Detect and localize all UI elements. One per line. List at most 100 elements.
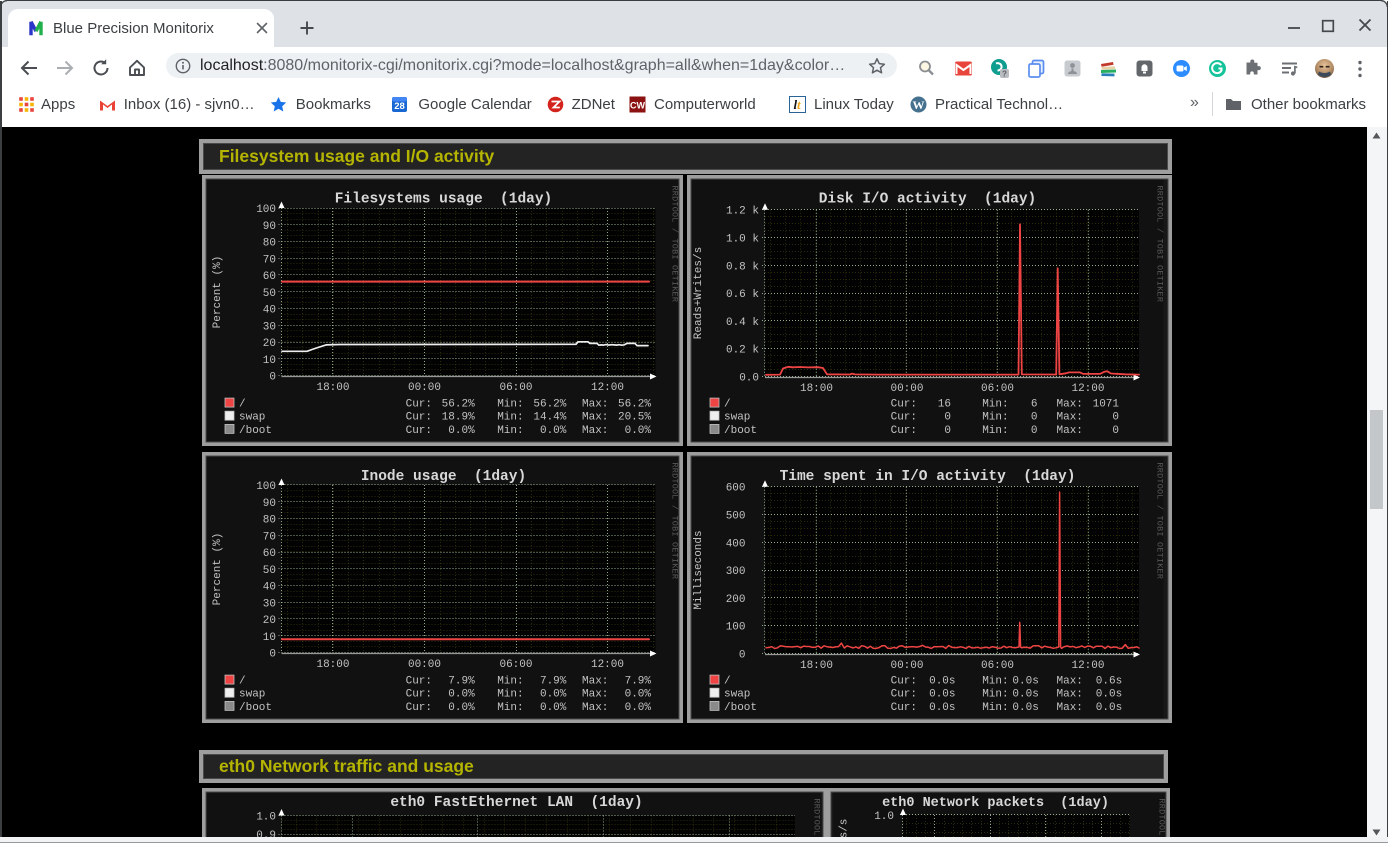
svg-text:Cur:: Cur:	[891, 399, 917, 411]
svg-text:0.0%: 0.0%	[625, 689, 652, 701]
svg-text:eth0 Network packets (1day): eth0 Network packets (1day)	[882, 796, 1109, 811]
svg-text:eth0 Network traffic and usage: eth0 Network traffic and usage	[219, 756, 474, 776]
svg-text:1.0 k: 1.0 k	[726, 234, 759, 246]
svg-text:70: 70	[263, 254, 276, 266]
svg-text:Max:: Max:	[1057, 676, 1083, 688]
svg-text:RRDTOOL / TOBI OETIKER: RRDTOOL / TOBI OETIKER	[1155, 463, 1165, 580]
svg-text:Inode usage (1day): Inode usage (1day)	[361, 469, 526, 485]
svg-text:Cur:: Cur:	[406, 676, 432, 688]
svg-text:16: 16	[938, 399, 951, 411]
svg-text:1071: 1071	[1093, 399, 1120, 411]
svg-text:t: t	[797, 97, 801, 112]
svg-text:40: 40	[263, 582, 276, 594]
svg-text:12:00: 12:00	[1071, 383, 1104, 395]
svg-text:12:00: 12:00	[1071, 660, 1104, 672]
svg-text:Min:: Min:	[497, 425, 523, 437]
svg-text:0: 0	[944, 425, 951, 437]
svg-text:0.0%: 0.0%	[448, 702, 475, 714]
svg-text:80: 80	[263, 238, 276, 250]
svg-text:7.9%: 7.9%	[448, 676, 475, 688]
svg-text:Max:: Max:	[582, 689, 608, 701]
svg-text:500: 500	[726, 511, 746, 523]
svg-text:90: 90	[263, 498, 276, 510]
svg-text:Filesystems usage (1day): Filesystems usage (1day)	[335, 192, 553, 208]
svg-text:Min:: Min:	[982, 689, 1008, 701]
svg-text:1.2 k: 1.2 k	[726, 206, 759, 218]
svg-text:Max:: Max:	[582, 702, 608, 714]
svg-text:Cur:: Cur:	[891, 676, 917, 688]
svg-text:7.9%: 7.9%	[625, 676, 652, 688]
svg-text:Max:: Max:	[1057, 412, 1083, 424]
svg-text:7.9%: 7.9%	[540, 676, 567, 688]
svg-text:Min:: Min:	[982, 425, 1008, 437]
svg-text:0: 0	[1031, 412, 1038, 424]
svg-text:Disk I/O activity (1day): Disk I/O activity (1day)	[819, 192, 1037, 208]
svg-text:/boot: /boot	[239, 702, 272, 714]
svg-text:0: 0	[1112, 425, 1119, 437]
svg-text:Min:: Min:	[982, 399, 1008, 411]
svg-text:Min:: Min:	[497, 702, 523, 714]
svg-text:Min:: Min:	[982, 412, 1008, 424]
svg-text:50: 50	[263, 288, 276, 300]
svg-text:Max:: Max:	[582, 399, 608, 411]
svg-text:0.0s: 0.0s	[1096, 689, 1122, 701]
svg-text:Percent (%): Percent (%)	[212, 256, 224, 329]
svg-text:300: 300	[726, 566, 746, 578]
svg-text:Milliseconds: Milliseconds	[693, 530, 705, 609]
svg-text:0.6 k: 0.6 k	[726, 289, 759, 301]
svg-text:CW: CW	[630, 101, 645, 111]
svg-text:1.0: 1.0	[256, 812, 276, 824]
svg-text:Cur:: Cur:	[891, 425, 917, 437]
svg-text:Min:: Min:	[497, 412, 523, 424]
svg-text:Cur:: Cur:	[406, 689, 432, 701]
svg-text:20: 20	[263, 338, 276, 350]
svg-text:Max:: Max:	[1057, 425, 1083, 437]
svg-text:0.0s: 0.0s	[929, 689, 955, 701]
svg-text:06:00: 06:00	[981, 660, 1014, 672]
svg-text:0.0s: 0.0s	[929, 702, 955, 714]
svg-text:Max:: Max:	[1057, 399, 1083, 411]
svg-text:00:00: 00:00	[408, 382, 441, 394]
svg-text:20.5%: 20.5%	[618, 412, 651, 424]
svg-text:Max:: Max:	[582, 412, 608, 424]
svg-text:00:00: 00:00	[408, 659, 441, 671]
svg-text:10: 10	[263, 355, 276, 367]
svg-text:0.0%: 0.0%	[540, 689, 567, 701]
svg-text:00:00: 00:00	[890, 660, 923, 672]
svg-text:0.0%: 0.0%	[540, 702, 567, 714]
svg-text:56.2%: 56.2%	[442, 399, 475, 411]
svg-text:Filesystem usage and I/O activ: Filesystem usage and I/O activity	[219, 146, 495, 166]
svg-text:600: 600	[726, 483, 746, 495]
svg-text:0: 0	[944, 412, 951, 424]
svg-text:0.0s: 0.0s	[1012, 689, 1038, 701]
svg-text:56.2%: 56.2%	[533, 399, 566, 411]
svg-text:0.0s: 0.0s	[1012, 702, 1038, 714]
svg-text:0.8 k: 0.8 k	[726, 261, 759, 273]
svg-text:0.2 k: 0.2 k	[726, 345, 759, 357]
svg-text:Max:: Max:	[582, 676, 608, 688]
svg-text:/boot: /boot	[239, 425, 272, 437]
svg-text:400: 400	[726, 538, 746, 550]
svg-text:eth0 FastEthernet LAN (1day): eth0 FastEthernet LAN (1day)	[390, 795, 642, 811]
svg-text:06:00: 06:00	[981, 383, 1014, 395]
svg-text:?: ?	[1002, 69, 1007, 78]
svg-text:20: 20	[263, 615, 276, 627]
svg-text:06:00: 06:00	[499, 382, 532, 394]
svg-text:18:00: 18:00	[316, 382, 349, 394]
svg-text:Percent (%): Percent (%)	[212, 533, 224, 606]
svg-text:0: 0	[269, 649, 276, 661]
svg-text:28: 28	[394, 101, 405, 112]
svg-text:0.0s: 0.0s	[929, 676, 955, 688]
svg-text:60: 60	[263, 548, 276, 560]
svg-text:Min:: Min:	[497, 676, 523, 688]
svg-text:Cur:: Cur:	[891, 412, 917, 424]
svg-text:18:00: 18:00	[316, 659, 349, 671]
svg-text:14.4%: 14.4%	[533, 412, 566, 424]
svg-text:/: /	[724, 676, 731, 688]
svg-text:Reads+Writes/s: Reads+Writes/s	[693, 247, 705, 339]
svg-text:Time spent in I/O activity (1: Time spent in I/O activity (1day)	[780, 469, 1076, 485]
svg-text:Max:: Max:	[582, 425, 608, 437]
svg-text:0.0%: 0.0%	[448, 425, 475, 437]
svg-text:06:00: 06:00	[499, 659, 532, 671]
svg-text:0.0%: 0.0%	[540, 425, 567, 437]
